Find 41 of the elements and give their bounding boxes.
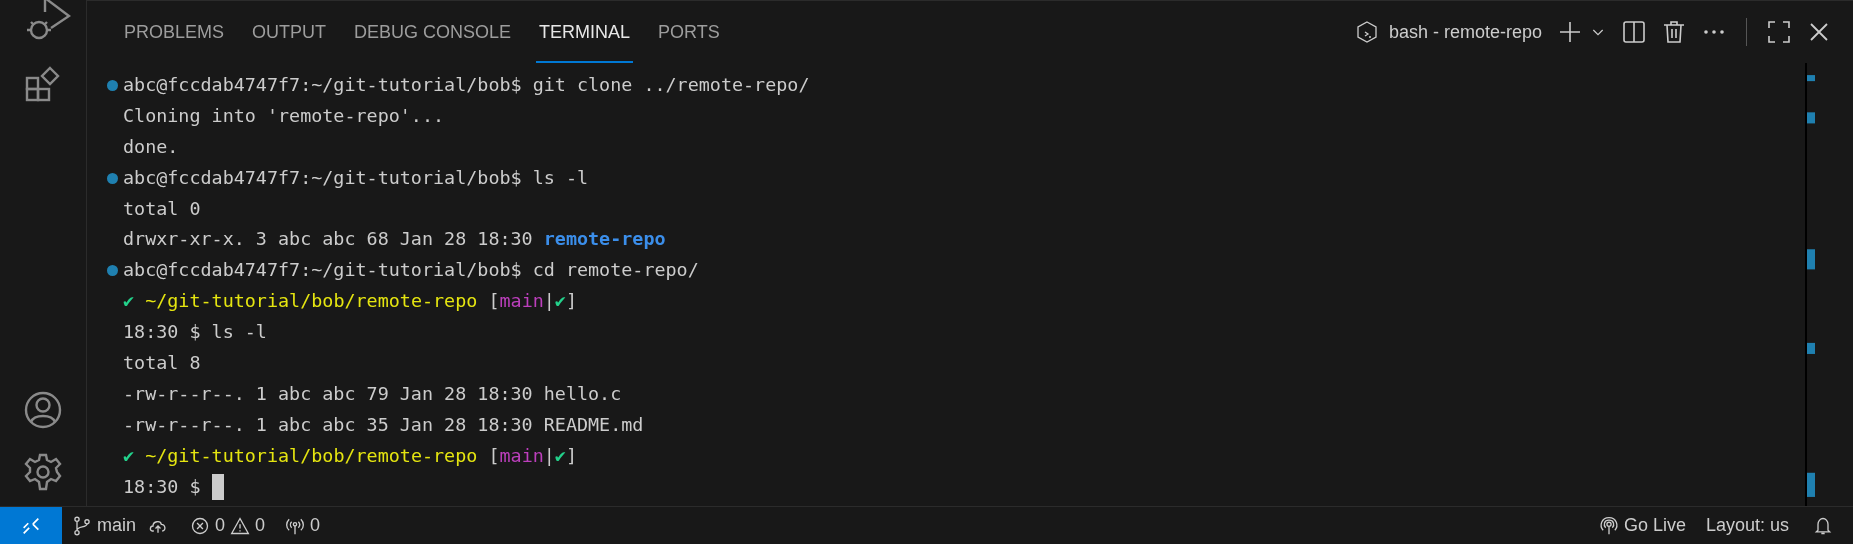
terminal-line: -rw-r--r--. 1 abc abc 79 Jan 28 18:30 hello.c	[123, 381, 622, 406]
terminal-line: abc@fccdab4747f7:~/git-tutorial/bob$ cd remote-repo/	[123, 258, 699, 283]
terminal-line: abc@fccdab4747f7:~/git-tutorial/bob$ git clone ../remote-repo/	[123, 73, 810, 97]
terminal-line: 18:30 $ ls -l	[123, 320, 267, 345]
terminal-line: drwxr-xr-x. 3 abc abc 68 Jan 28 18:30 remote-repo	[123, 227, 666, 252]
keyboard-layout-button[interactable]: Layout: us	[1695, 515, 1799, 536]
problems-button[interactable]: 0 0	[180, 515, 276, 536]
broadcast-icon	[1598, 515, 1619, 536]
terminal-line: abc@fccdab4747f7:~/git-tutorial/bob$ ls -l	[123, 165, 589, 190]
warning-icon	[230, 515, 251, 536]
command-marker-icon[interactable]	[106, 79, 118, 91]
terminal-line: ✔ ~/git-tutorial/bob/remote-repo [main|✔]	[123, 289, 577, 314]
maximize-icon[interactable]	[1767, 20, 1791, 44]
notifications-bell-icon[interactable]	[1813, 515, 1833, 536]
terminal-line: total 0	[123, 196, 201, 221]
error-icon	[190, 515, 210, 536]
panel-tab[interactable]: OUTPUT	[249, 1, 330, 63]
terminal-name[interactable]: bash - remote-repo	[1388, 21, 1542, 43]
remote-button[interactable]	[0, 507, 62, 544]
terminal-line: -rw-r--r--. 1 abc abc 35 Jan 28 18:30 README.md	[123, 412, 644, 437]
terminal-line: Cloning into 'remote-repo'...	[123, 103, 445, 128]
terminal-cube-icon	[1354, 20, 1379, 44]
panel-tab[interactable]: PROBLEMS	[121, 1, 228, 63]
go-live-button[interactable]: Go Live	[1588, 515, 1696, 536]
terminal-line: ✔ ~/git-tutorial/bob/remote-repo [main|✔]	[123, 443, 577, 468]
trash-icon[interactable]	[1662, 20, 1686, 44]
branch-icon	[72, 515, 92, 536]
panel-tab[interactable]: DEBUG CONSOLE	[351, 1, 515, 63]
command-marker-icon[interactable]	[106, 172, 118, 184]
terminal-line: done.	[123, 134, 179, 159]
ports-button[interactable]: 0	[275, 515, 331, 536]
account-icon[interactable]	[23, 390, 63, 430]
settings-icon[interactable]	[23, 452, 63, 492]
panel-tab[interactable]: TERMINAL	[536, 1, 634, 63]
panel-tab[interactable]: PORTS	[655, 1, 723, 63]
terminal-line: 18:30 $	[123, 474, 202, 499]
plus-icon[interactable]	[1558, 20, 1582, 44]
branch-button[interactable]: main	[62, 515, 146, 536]
terminal-line: total 8	[123, 351, 201, 375]
split-icon[interactable]	[1622, 20, 1646, 44]
command-marker-icon[interactable]	[106, 265, 118, 277]
